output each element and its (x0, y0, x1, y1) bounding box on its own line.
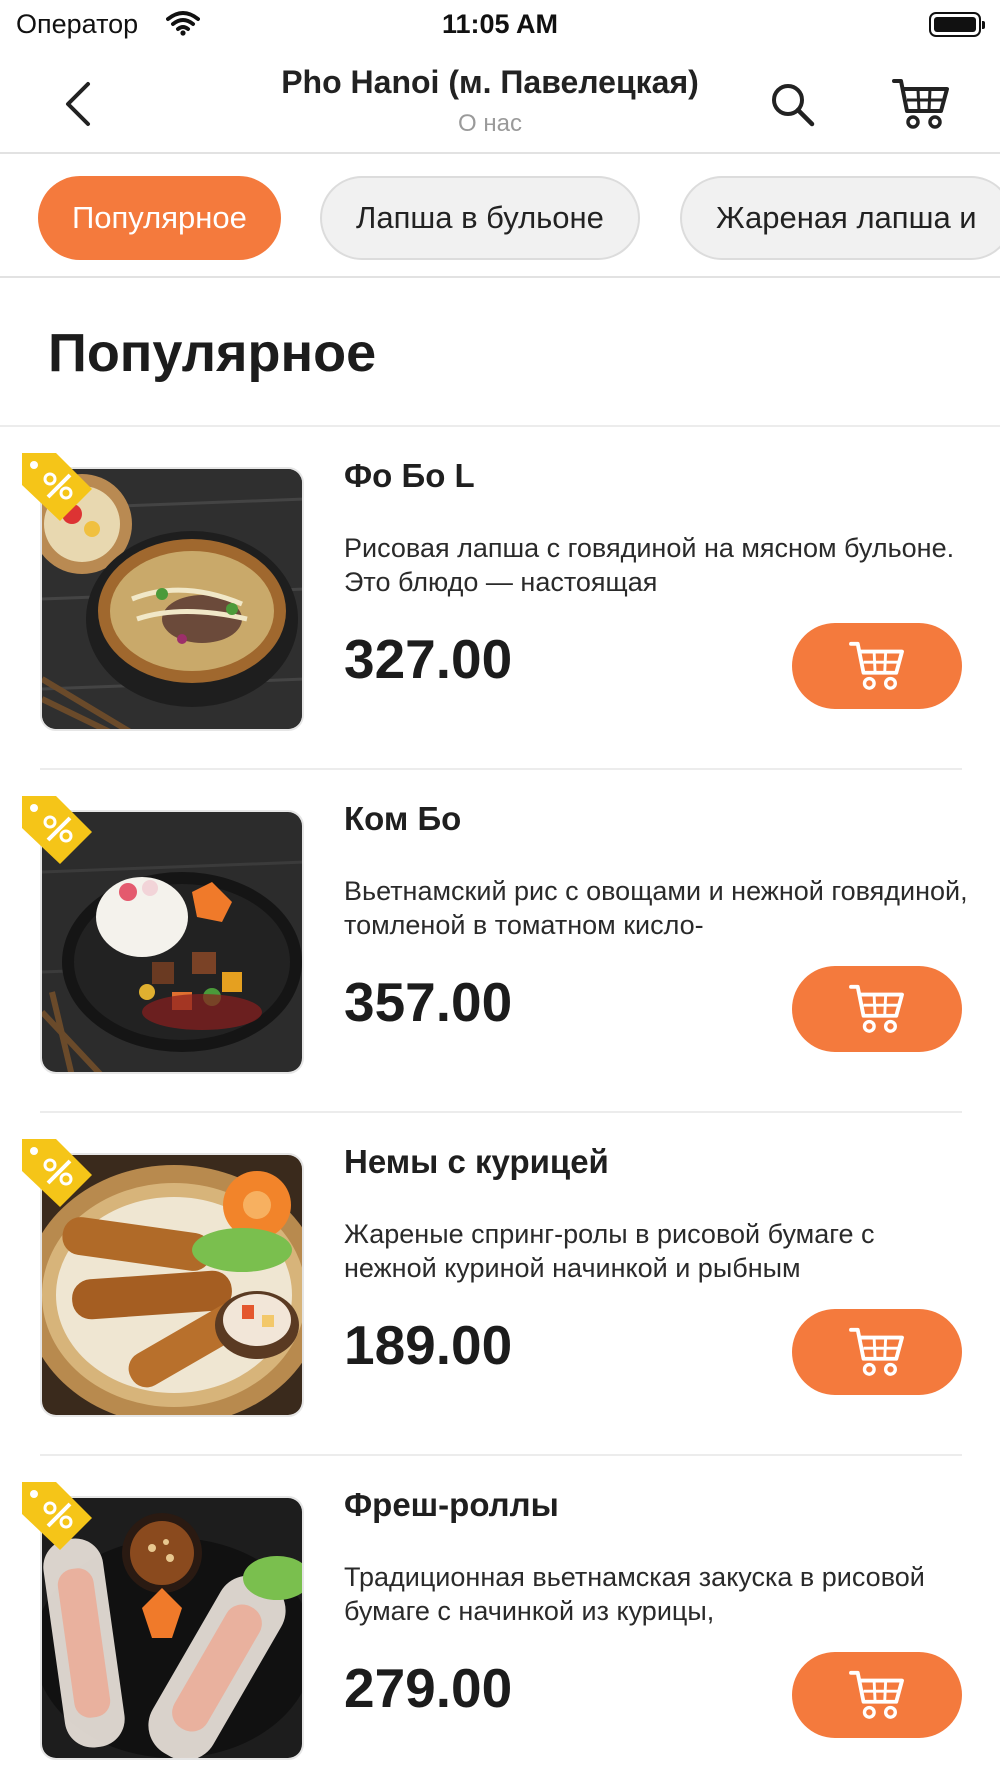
product-price: 189.00 (344, 1314, 513, 1376)
product-price: 279.00 (344, 1657, 513, 1719)
product-name: Фреш-роллы (344, 1486, 559, 1523)
product-description: Традиционная вьетнамская закуска в рисов… (344, 1562, 925, 1626)
section-title: Популярное (48, 323, 377, 383)
back-button[interactable] (48, 74, 108, 134)
category-chip-noodle-soup[interactable]: Лапша в бульоне (320, 176, 640, 260)
discount-tag-icon (22, 796, 92, 864)
navigation-bar: Pho Hanoi (м. Павелецкая) О нас (0, 54, 1000, 154)
add-to-cart-button[interactable] (792, 623, 962, 709)
product-card[interactable]: Фреш-роллы Традиционная вьетнамская заку… (0, 1456, 1000, 1778)
product-card[interactable]: Немы с курицей Жареные спринг-ролы в рис… (0, 1113, 1000, 1456)
cart-icon (849, 1327, 904, 1376)
discount-tag-icon (22, 453, 92, 521)
product-price: 357.00 (344, 971, 513, 1033)
product-card[interactable]: Фо Бо L Рисовая лапша с говядиной на мяс… (0, 427, 1000, 770)
cart-button[interactable] (888, 72, 954, 136)
cart-icon (892, 79, 949, 129)
discount-tag-icon (22, 1482, 92, 1550)
cart-icon (849, 984, 904, 1033)
battery-icon (929, 12, 985, 37)
product-description: Вьетнамский рис с овощами и нежной говяд… (344, 876, 968, 940)
add-to-cart-button[interactable] (792, 966, 962, 1052)
add-to-cart-button[interactable] (792, 1652, 962, 1738)
product-card[interactable]: Ком Бо Вьетнамский рис с овощами и нежно… (0, 770, 1000, 1113)
about-link[interactable]: О нас (180, 110, 800, 138)
search-button[interactable] (762, 74, 822, 134)
restaurant-title: Pho Hanoi (м. Павелецкая) (281, 64, 699, 100)
cart-icon (849, 1670, 904, 1719)
product-name: Ком Бо (344, 800, 462, 837)
category-chip-popular[interactable]: Популярное (38, 176, 281, 260)
clock: 11:05 AM (441, 9, 559, 39)
discount-tag-icon (22, 1139, 92, 1207)
product-price: 327.00 (344, 628, 513, 690)
status-bar: Оператор 11:05 AM (0, 0, 1000, 54)
add-to-cart-button[interactable] (792, 1309, 962, 1395)
product-description: Рисовая лапша с говядиной на мясном буль… (344, 533, 955, 597)
chevron-left-icon (66, 82, 90, 126)
category-tabs: Популярное Лапша в бульоне Жареная лапша… (0, 156, 1000, 278)
product-description: Жареные спринг-ролы в рисовой бумаге с н… (344, 1219, 875, 1283)
search-icon (772, 84, 815, 127)
product-name: Фо Бо L (344, 457, 475, 494)
category-chip-fried-noodles[interactable]: Жареная лапша и (680, 176, 1000, 260)
cart-icon (849, 641, 904, 690)
product-name: Немы с курицей (344, 1143, 609, 1180)
